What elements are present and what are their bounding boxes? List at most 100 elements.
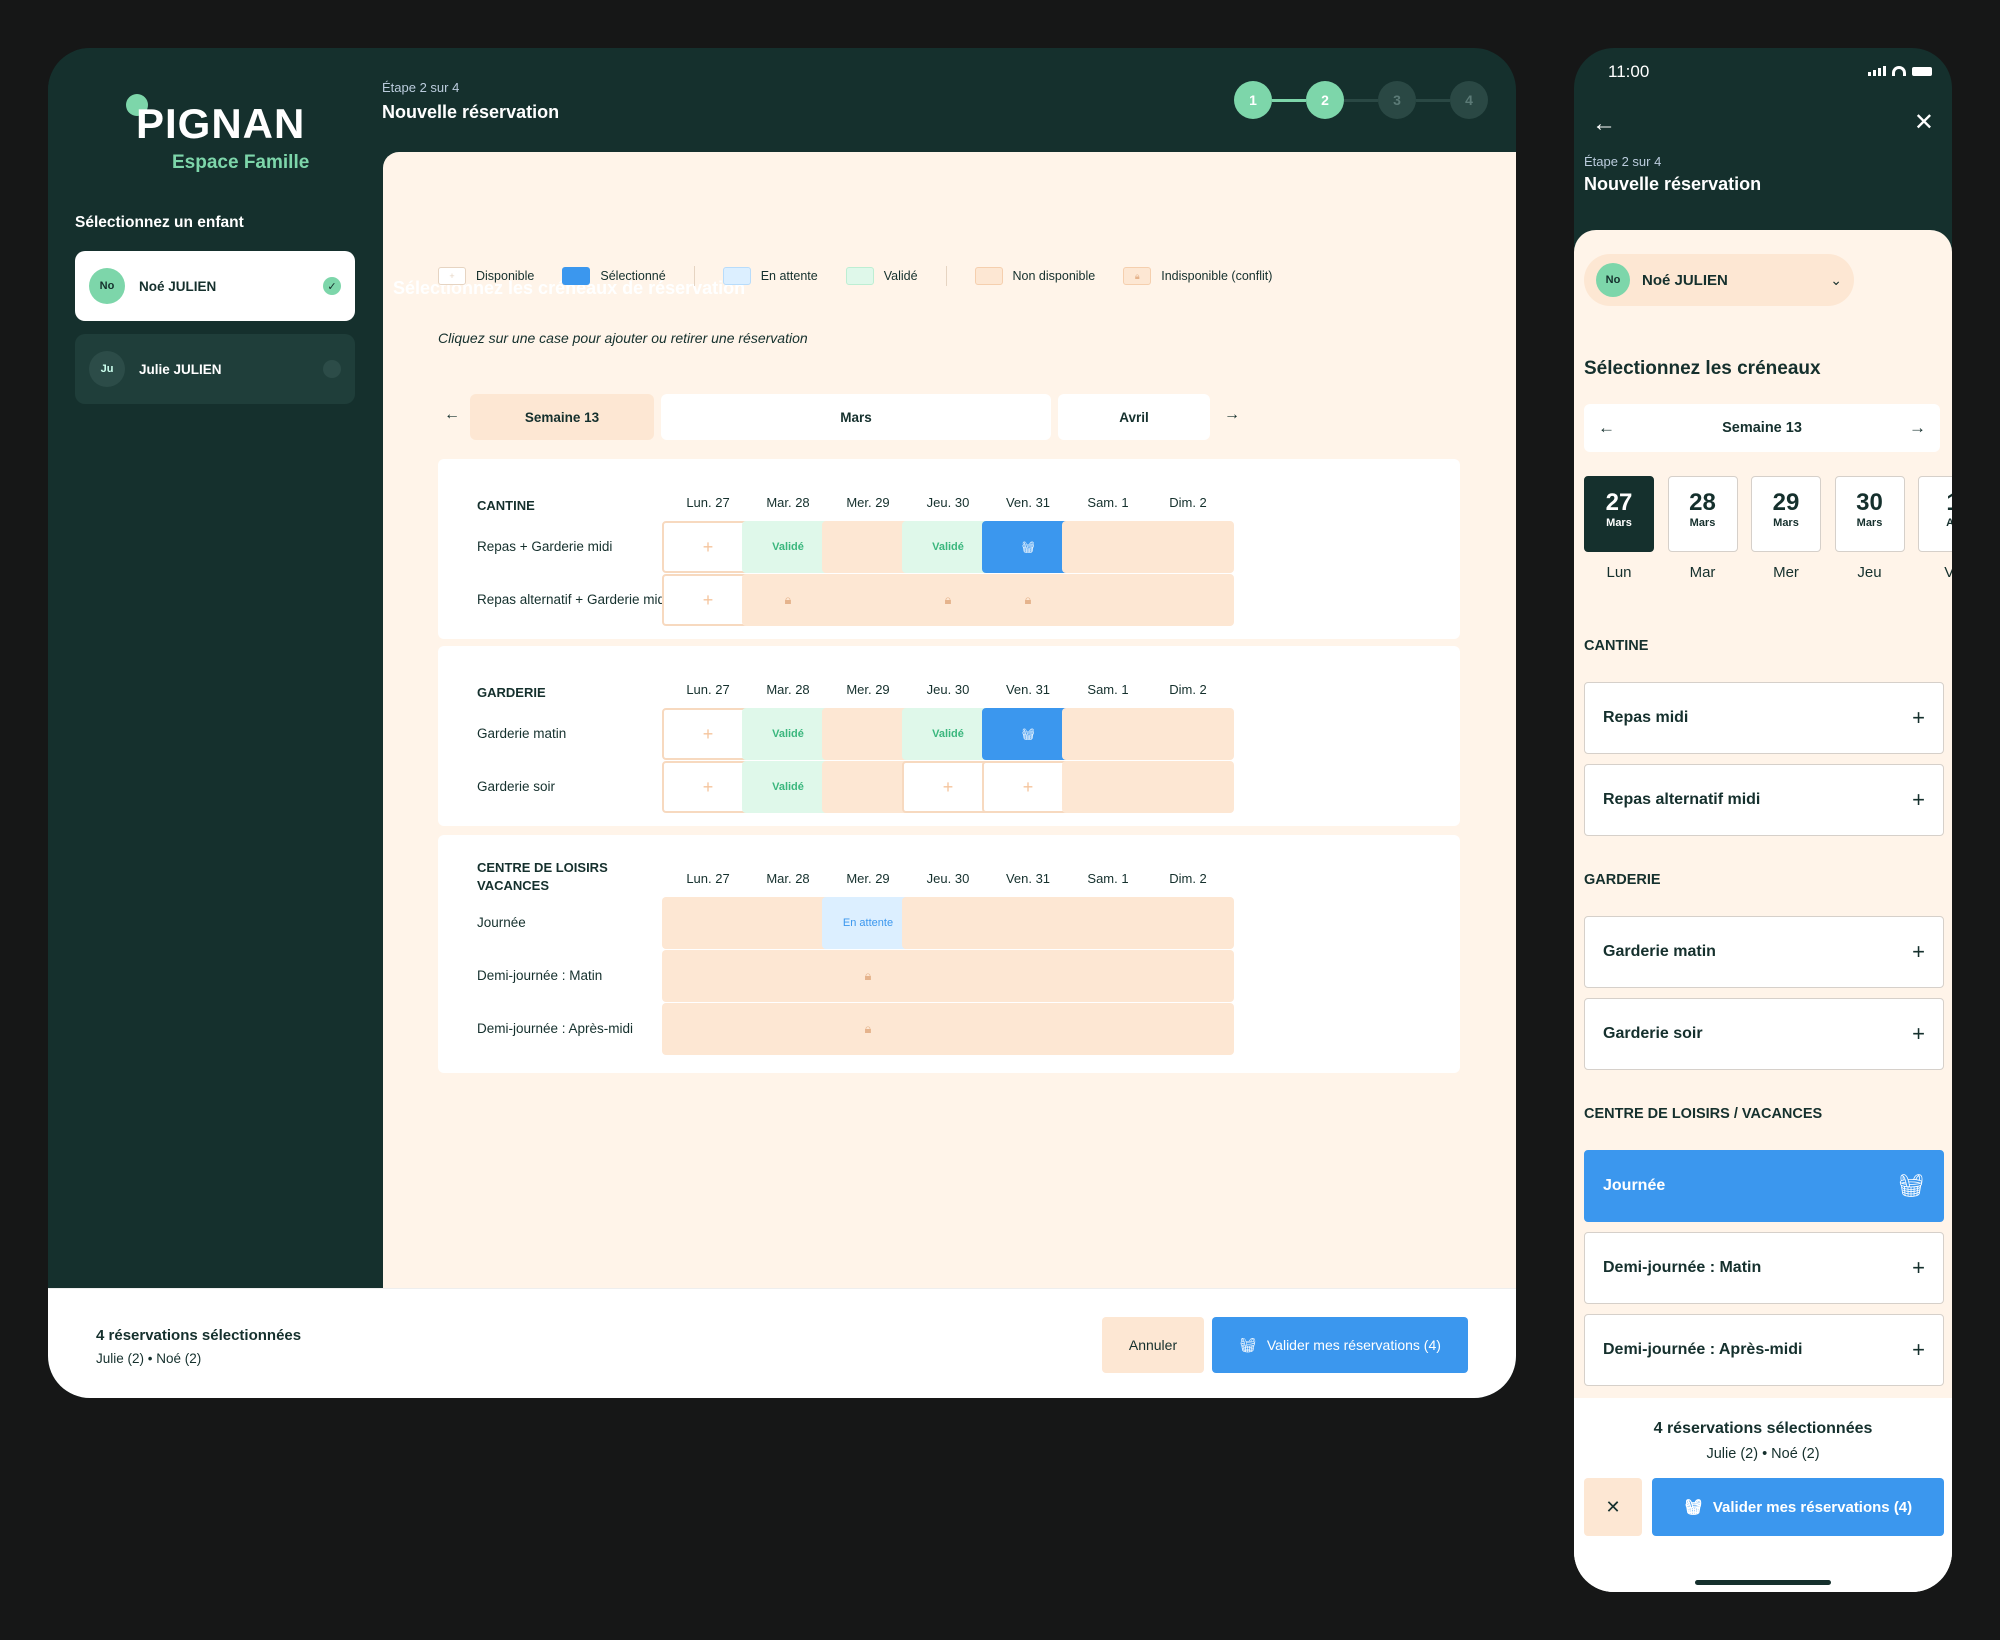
tab-week[interactable]: Semaine 13 bbox=[470, 394, 654, 440]
date-number: 29 bbox=[1772, 489, 1800, 516]
mobile-footer: 4 réservations sélectionnées Julie (2) •… bbox=[1574, 1398, 1952, 1592]
avatar: Ju bbox=[89, 351, 125, 387]
slot-unavailable bbox=[1142, 574, 1234, 626]
weekday-label: Lun bbox=[1606, 564, 1632, 581]
slot-locked: 🔒︎ bbox=[742, 574, 834, 626]
date-chip[interactable]: 27 Mars bbox=[1584, 476, 1654, 552]
slot-unavailable bbox=[662, 1003, 754, 1055]
slot-item[interactable]: Garderie matin + bbox=[1584, 916, 1944, 988]
step-2: 2 bbox=[1306, 81, 1344, 119]
date-chip[interactable]: 29 Mars bbox=[1751, 476, 1821, 552]
week-navigation: ← Semaine 13 → bbox=[1584, 404, 1940, 452]
arrow-right-icon[interactable]: → bbox=[1909, 418, 1926, 438]
legend-swatch-pending bbox=[722, 267, 751, 285]
slot-label: Journée bbox=[1603, 1177, 1666, 1194]
legend-item: Sélectionné bbox=[562, 267, 666, 285]
step-label: Étape 2 sur 4 bbox=[382, 80, 460, 95]
row-label: Garderie soir bbox=[477, 779, 556, 794]
slot-validated[interactable]: Validé bbox=[742, 708, 834, 760]
legend-item: 🔒︎ Indisponible (conflit) bbox=[1123, 267, 1272, 285]
slot-available[interactable]: + bbox=[662, 761, 754, 813]
slot-available[interactable]: + bbox=[902, 761, 994, 813]
section-heading: CENTRE DE LOISIRS VACANCES bbox=[477, 859, 608, 895]
slot-item[interactable]: Demi-journée : Matin + bbox=[1584, 1232, 1944, 1304]
validate-button[interactable]: 🧺︎ Valider mes réservations (4) bbox=[1212, 1317, 1468, 1373]
day-header: Ven. 31 bbox=[1005, 871, 1051, 886]
slot-unavailable bbox=[1142, 950, 1234, 1002]
basket-icon: 🧺︎ bbox=[1021, 728, 1035, 741]
slot-unavailable bbox=[1062, 708, 1154, 760]
slot-item[interactable]: Garderie soir + bbox=[1584, 998, 1944, 1070]
slot-selected[interactable]: 🧺︎ bbox=[982, 521, 1074, 573]
child-selector[interactable]: No Noé JULIEN ⌄ bbox=[1584, 254, 1854, 306]
day-header: Mar. 28 bbox=[766, 871, 810, 886]
slot-validated[interactable]: Validé bbox=[902, 708, 994, 760]
mobile-window: 11:00 ← ✕ Étape 2 sur 4 Nouvelle réserva… bbox=[1574, 48, 1952, 1592]
day-header: Dim. 2 bbox=[1169, 871, 1207, 886]
section-card-garderie: GARDERIE Lun. 27 Mar. 28 Mer. 29 Jeu. 30 Ven… bbox=[438, 646, 1460, 826]
day-header: Dim. 2 bbox=[1169, 495, 1207, 510]
slot-available[interactable]: + bbox=[662, 708, 754, 760]
day-header: Ven. 31 bbox=[1005, 495, 1051, 510]
slot-unavailable bbox=[1062, 950, 1154, 1002]
child-name: Julie JULIEN bbox=[139, 361, 222, 377]
cancel-button[interactable]: ✕ bbox=[1584, 1478, 1642, 1536]
slot-item[interactable]: Repas midi + bbox=[1584, 682, 1944, 754]
slot-label: Demi-journée : Après-midi bbox=[1603, 1341, 1803, 1358]
lock-icon: 🔒︎ bbox=[864, 968, 872, 983]
slot-validated[interactable]: Validé bbox=[742, 521, 834, 573]
arrow-left-icon[interactable]: ← bbox=[1598, 418, 1615, 438]
signal-bar bbox=[1878, 68, 1881, 76]
slot-item[interactable]: Demi-journée : Après-midi + bbox=[1584, 1314, 1944, 1386]
validate-button[interactable]: 🧺︎ Valider mes réservations (4) bbox=[1652, 1478, 1944, 1536]
slot-item[interactable]: Repas alternatif midi + bbox=[1584, 764, 1944, 836]
plus-icon: + bbox=[1912, 1255, 1925, 1280]
desktop-window: PIGNAN Espace Famille Sélectionnez un en… bbox=[48, 48, 1516, 1398]
section-title: Sélectionnez les créneaux bbox=[1584, 358, 1821, 379]
slot-validated[interactable]: Validé bbox=[902, 521, 994, 573]
date-month: Mars bbox=[1689, 517, 1716, 529]
arrow-left-icon[interactable]: ← bbox=[444, 406, 460, 424]
logo-subtitle: Espace Famille bbox=[172, 152, 310, 173]
slot-unavailable bbox=[902, 950, 994, 1002]
slot-available[interactable]: + bbox=[662, 521, 754, 573]
footer-bar: 4 réservations sélectionnées Julie (2) •… bbox=[48, 1288, 1516, 1398]
lock-icon: 🔒︎ bbox=[864, 1021, 872, 1036]
section-heading: GARDERIE bbox=[1584, 872, 1661, 888]
date-month: Av bbox=[1946, 517, 1952, 529]
weekday-label: Jeu bbox=[1857, 564, 1882, 581]
legend-item: Validé bbox=[845, 267, 918, 285]
basket-icon: 🧺︎ bbox=[1021, 541, 1035, 554]
slot-selected[interactable]: 🧺︎ bbox=[982, 708, 1074, 760]
close-icon[interactable]: ✕ bbox=[1914, 108, 1934, 137]
page-title: Nouvelle réservation bbox=[1584, 174, 1762, 194]
date-chip[interactable]: 1Av bbox=[1918, 476, 1952, 552]
slot-validated[interactable]: Validé bbox=[742, 761, 834, 813]
cancel-button[interactable]: Annuler bbox=[1102, 1317, 1204, 1373]
legend-label: En attente bbox=[760, 269, 818, 283]
day-header: Lun. 27 bbox=[686, 495, 730, 510]
section-heading: CANTINE bbox=[477, 498, 535, 513]
step-3: 3 bbox=[1378, 81, 1416, 119]
slot-item[interactable]: Journée 🧺︎ bbox=[1584, 1150, 1944, 1222]
child-item-julie[interactable]: Ju Julie JULIEN bbox=[75, 334, 355, 404]
plus-icon: + bbox=[1912, 1337, 1925, 1362]
basket-icon: 🧺︎ bbox=[1239, 1336, 1257, 1353]
slot-pending[interactable]: En attente bbox=[822, 897, 914, 949]
slot-unavailable bbox=[742, 950, 834, 1002]
week-navigation: ← Semaine 13 Mars Avril → bbox=[438, 394, 1460, 442]
tab-month-avril[interactable]: Avril bbox=[1058, 394, 1210, 440]
date-month: Mars bbox=[1856, 517, 1883, 529]
child-item-noe[interactable]: No Noé JULIEN ✓ bbox=[75, 251, 355, 321]
lock-icon: 🔒︎ bbox=[944, 592, 952, 607]
step-1: 1 bbox=[1234, 81, 1272, 119]
back-arrow-icon[interactable]: ← bbox=[1592, 110, 1616, 138]
section-card-loisirs: CENTRE DE LOISIRS VACANCES Lun. 27 Mar. 2… bbox=[438, 835, 1460, 1073]
arrow-right-icon[interactable]: → bbox=[1224, 406, 1240, 424]
date-chip[interactable]: 28 Mars bbox=[1667, 476, 1738, 552]
slot-available[interactable]: + bbox=[662, 574, 754, 626]
date-chip[interactable]: 30 Mars bbox=[1834, 476, 1905, 552]
slot-unavailable bbox=[822, 761, 914, 813]
slot-available[interactable]: + bbox=[982, 761, 1074, 813]
tab-month-mars[interactable]: Mars bbox=[661, 394, 1051, 440]
